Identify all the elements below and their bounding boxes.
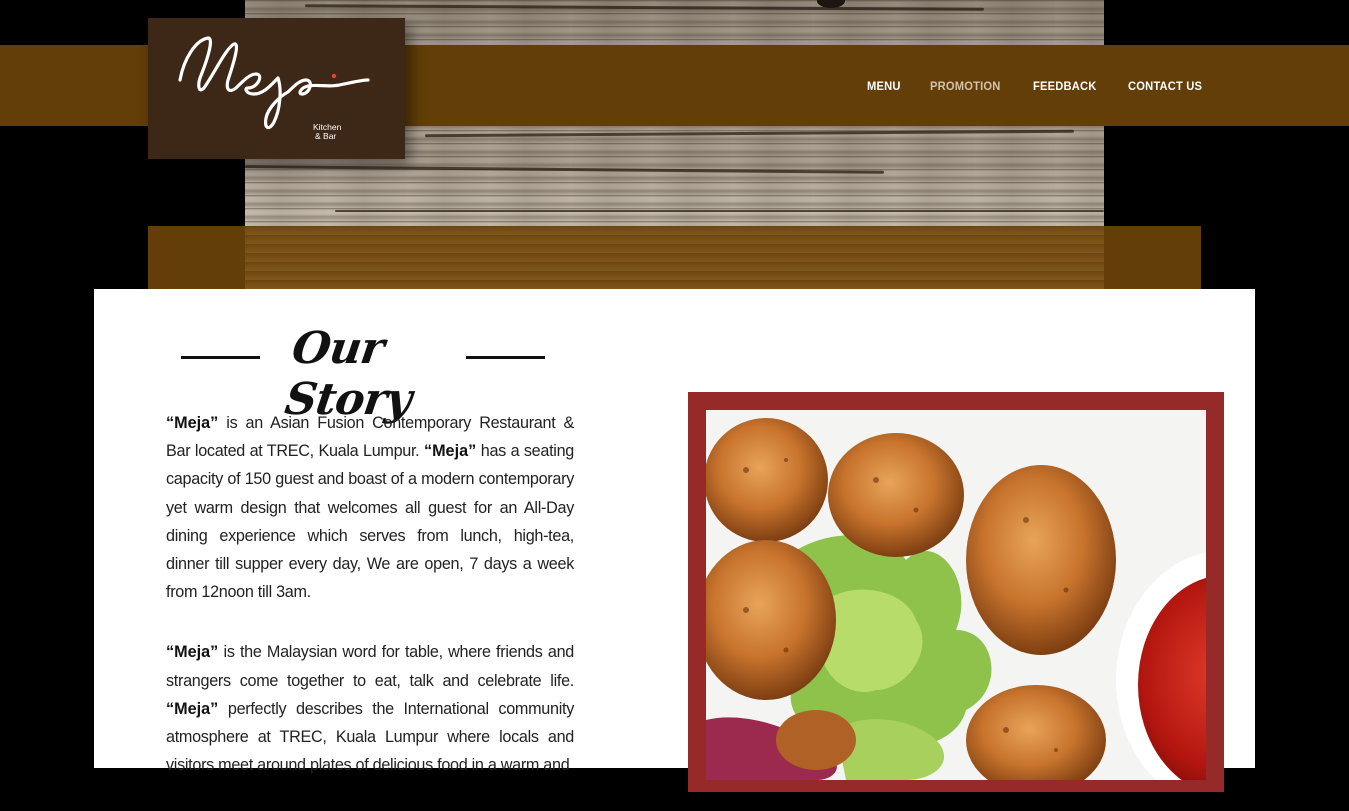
hero-lower-band bbox=[148, 226, 1201, 289]
heading-rule-left bbox=[181, 356, 260, 359]
story-paragraph-2: “Meja” is the Malaysian word for table, … bbox=[166, 638, 574, 779]
story-text-span: has a seating capacity of 150 guest and … bbox=[166, 442, 574, 602]
brand-name-strong: “Meja” bbox=[423, 442, 477, 461]
nav-menu-link[interactable]: MENU bbox=[867, 79, 901, 93]
main-nav: MENU PROMOTION FEEDBACK CONTACT US bbox=[840, 45, 1208, 126]
hero-wood-tint bbox=[245, 226, 1104, 289]
story-text-span: perfectly describes the International co… bbox=[166, 699, 574, 775]
heading-rule-right bbox=[466, 356, 545, 359]
brand-name-strong: “Meja” bbox=[166, 414, 219, 432]
story-body: “Meja” is an Asian Fusion Contemporary R… bbox=[166, 409, 574, 811]
brand-logo[interactable]: Kitchen & Bar Meja bbox=[148, 18, 405, 159]
wood-grain bbox=[304, 4, 985, 11]
meja-logo-mark: Kitchen & Bar bbox=[178, 36, 370, 141]
brand-name-strong: “Meja” bbox=[166, 643, 219, 662]
story-paragraph-1: “Meja” is an Asian Fusion Contemporary R… bbox=[166, 409, 574, 606]
wood-grain bbox=[335, 210, 1104, 212]
food-photo-frame bbox=[688, 392, 1224, 792]
fried-food-illustration bbox=[706, 410, 1206, 780]
food-photo bbox=[706, 410, 1206, 780]
nav-contact-us-link[interactable]: CONTACT US bbox=[1128, 79, 1202, 93]
nav-feedback-link[interactable]: FEEDBACK bbox=[1033, 79, 1097, 93]
story-heading: Our Story bbox=[181, 319, 545, 425]
brand-name-strong: “Meja” bbox=[166, 699, 219, 718]
our-story-section: Our Story “Meja” is an Asian Fusion Cont… bbox=[94, 289, 1255, 792]
nav-promotion-link[interactable]: PROMOTION bbox=[930, 79, 1001, 93]
wood-grain bbox=[244, 165, 885, 174]
wood-grain bbox=[424, 129, 1075, 138]
logo-subtext-bar: & Bar bbox=[315, 131, 336, 141]
story-text-span: is the Malaysian word for table, where f… bbox=[166, 643, 574, 690]
